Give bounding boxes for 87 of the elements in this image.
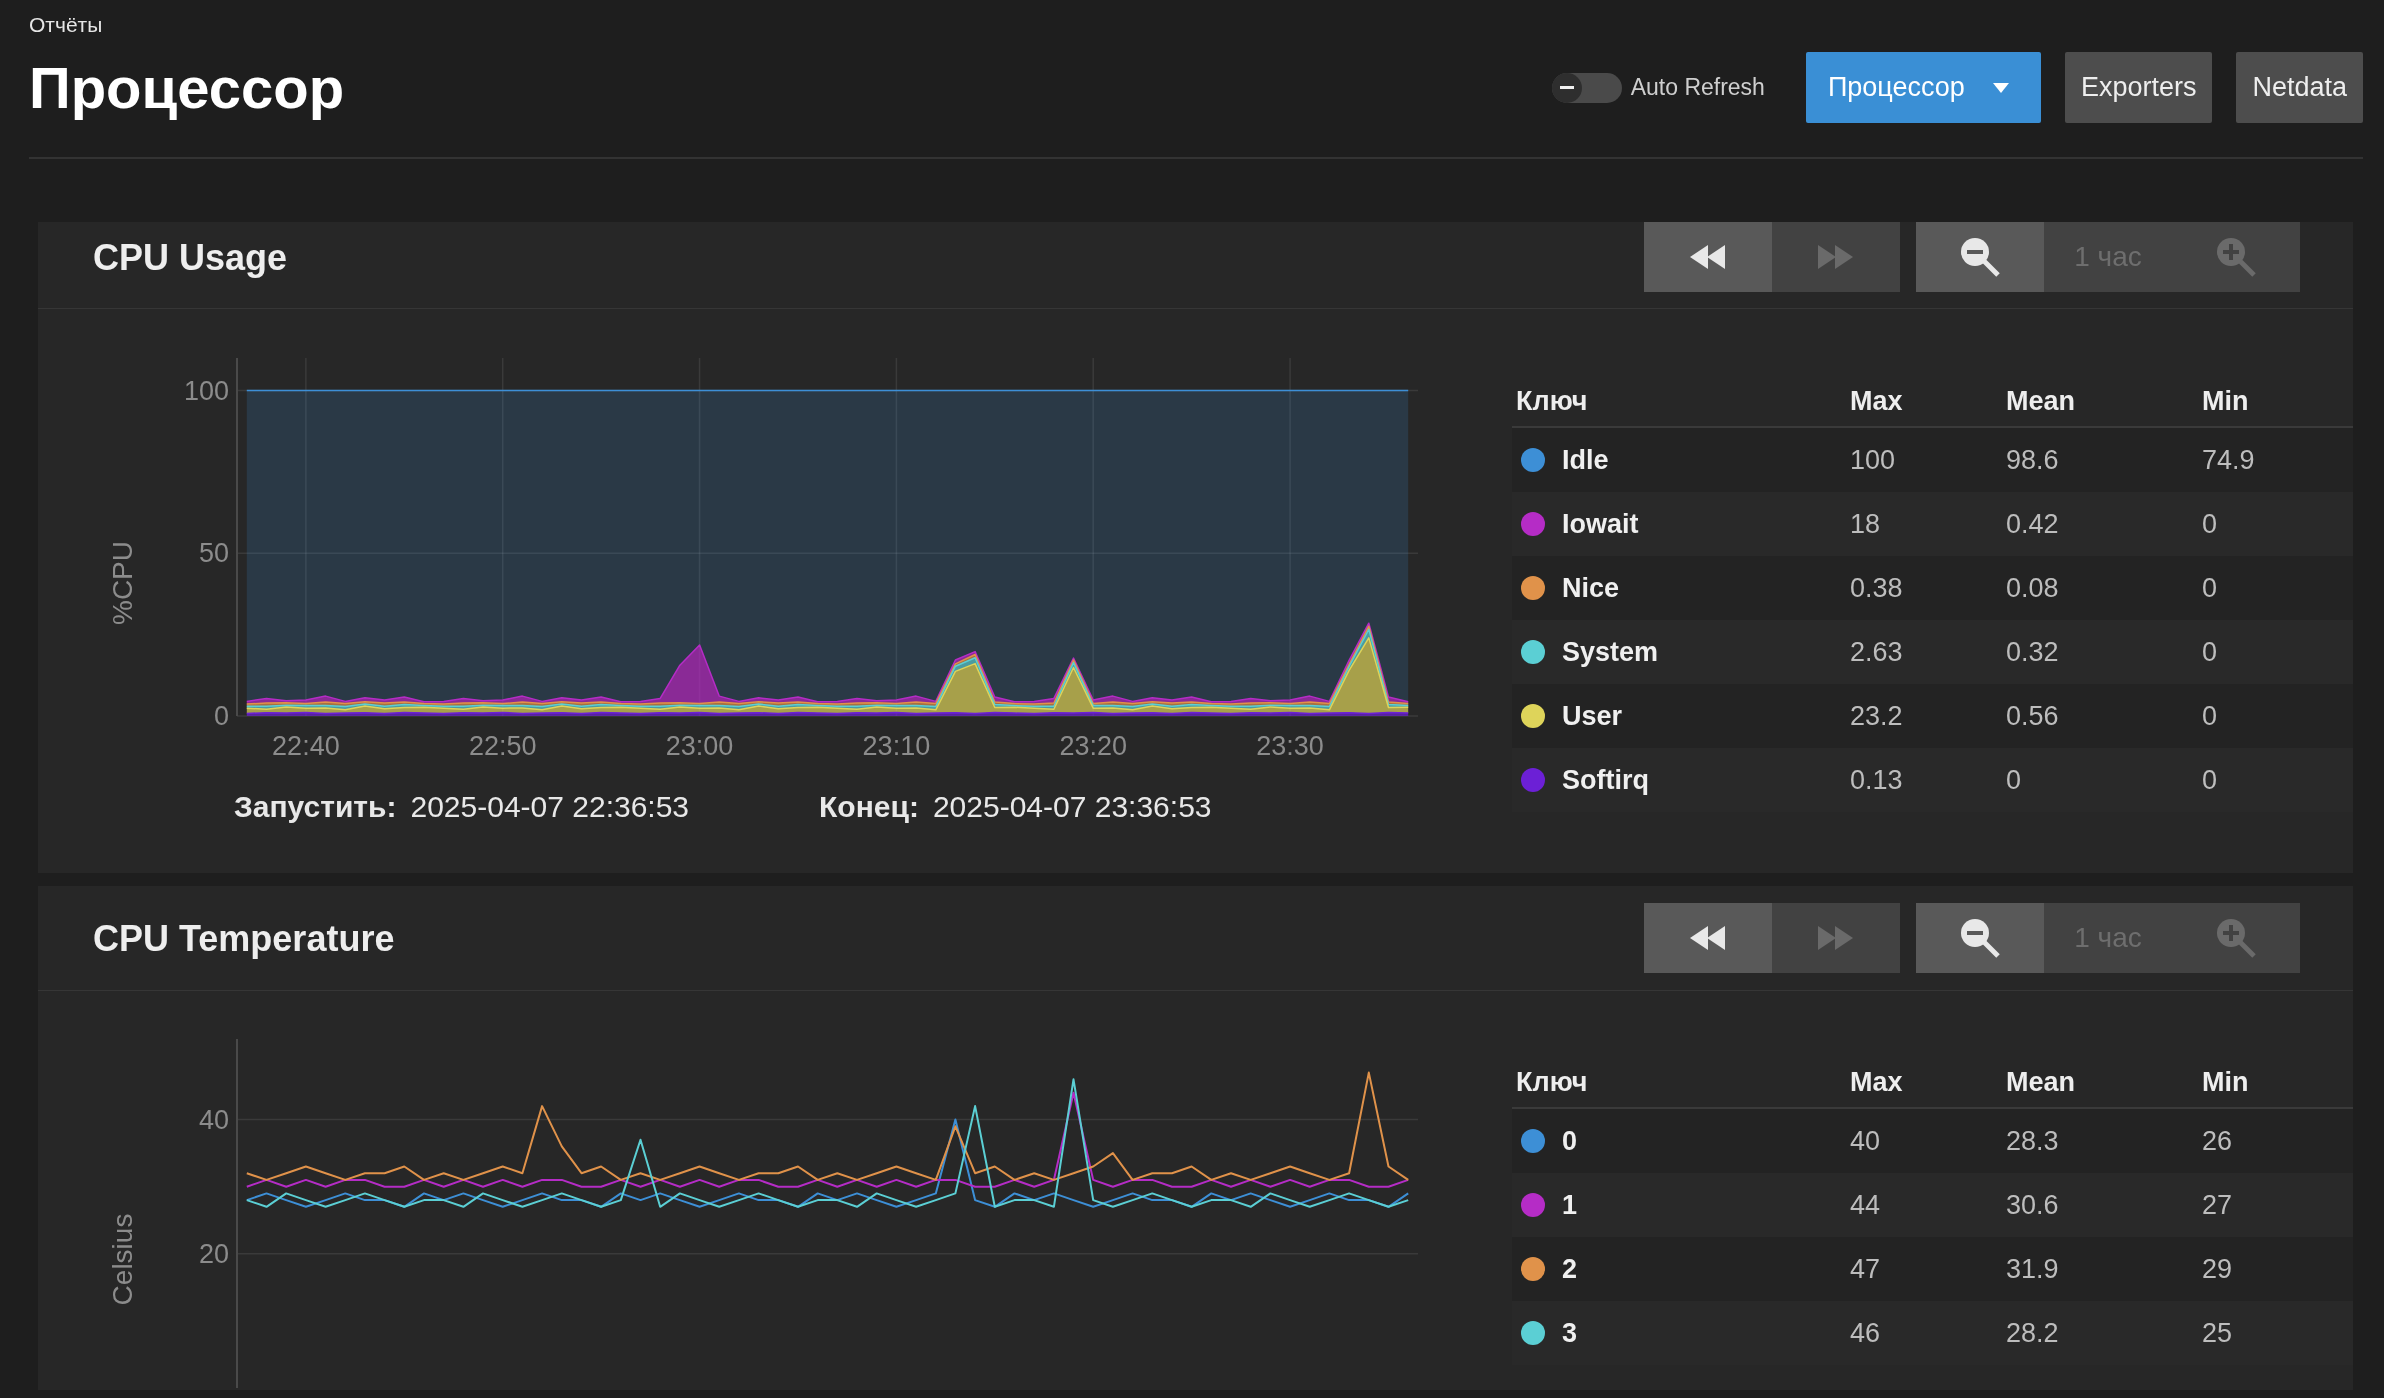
x-tick-label: 22:40 <box>272 731 340 761</box>
table-cell: 0 <box>2202 508 2218 540</box>
table-cell: 0.13 <box>1850 764 1903 796</box>
panel-title: CPU Usage <box>93 236 288 280</box>
table-cell: 0.56 <box>2006 700 2059 732</box>
column-header: Min <box>2202 1066 2249 1098</box>
table-cell: 44 <box>1850 1189 1881 1221</box>
column-header: Ключ <box>1516 385 1588 417</box>
table-cell: 27 <box>2202 1189 2233 1221</box>
table-cell: 47 <box>1850 1253 1881 1285</box>
x-tick-label: 23:10 <box>862 731 931 761</box>
series-name: 0 <box>1562 1125 1578 1157</box>
table-cell: 0.38 <box>1850 572 1903 604</box>
rewind-icon <box>1690 926 1726 950</box>
x-tick-label: 23:20 <box>1059 731 1127 761</box>
header-button[interactable]: Netdata <box>2236 52 2363 123</box>
column-header: Max <box>1850 1066 1903 1098</box>
column-header: Mean <box>2006 385 2076 417</box>
y-axis-title: %CPU <box>107 541 138 625</box>
column-header: Ключ <box>1516 1066 1588 1098</box>
y-tick-label: 40 <box>198 1104 229 1135</box>
toggle-knob <box>1551 72 1582 103</box>
table-cell: 0.32 <box>2006 636 2059 668</box>
panel-title: CPU Temperature <box>93 917 395 961</box>
rewind-button[interactable] <box>1644 903 1772 973</box>
table-cell: 28.3 <box>2006 1125 2059 1157</box>
table-cell: 74.9 <box>2202 444 2255 476</box>
table-cell: 0.08 <box>2006 572 2059 604</box>
rewind-icon <box>1690 245 1726 269</box>
table-cell: 0 <box>2202 700 2218 732</box>
series-name: System <box>1562 636 1659 668</box>
table-cell: 0 <box>2202 764 2218 796</box>
table-cell: 0 <box>2202 572 2218 604</box>
y-tick-label: 0 <box>213 701 229 731</box>
table-cell: 30.6 <box>2006 1189 2059 1221</box>
zoom-out-icon <box>1960 918 2000 958</box>
table-cell: 0.42 <box>2006 508 2059 540</box>
time-value: 2025-04-07 23:36:53 <box>932 790 1212 824</box>
fast-forward-icon <box>1818 245 1854 269</box>
table-cell: 0 <box>2006 764 2022 796</box>
zoom-in-icon <box>2216 237 2256 277</box>
table-cell: 26 <box>2202 1125 2233 1157</box>
table-cell: 0 <box>2202 636 2218 668</box>
fast-forward-icon <box>1818 926 1854 950</box>
column-header: Max <box>1850 385 1903 417</box>
zoom-out-icon <box>1960 237 2000 277</box>
table-cell: 25 <box>2202 1317 2233 1349</box>
zoom-out-button[interactable] <box>1916 222 2044 292</box>
breadcrumb-link[interactable]: Отчёты <box>29 0 103 38</box>
y-tick-label: 50 <box>198 538 229 569</box>
y-tick-label: 100 <box>183 375 229 406</box>
time-label: Конец: <box>819 790 919 824</box>
zoom-in-icon <box>2216 918 2256 958</box>
caret-icon <box>1992 82 2009 93</box>
auto-refresh-toggle[interactable] <box>1551 72 1622 103</box>
table-cell: 98.6 <box>2006 444 2059 476</box>
table-cell: 29 <box>2202 1253 2233 1285</box>
x-tick-label: 23:30 <box>1256 731 1324 761</box>
series-name: User <box>1562 700 1623 732</box>
series-name: Iowait <box>1562 508 1639 540</box>
y-axis-title: Celsius <box>107 1213 138 1306</box>
table-cell: 18 <box>1850 508 1881 540</box>
header-button[interactable]: Exporters <box>2064 52 2213 123</box>
toggle-label: Auto Refresh <box>1630 74 1765 101</box>
table-cell: 2.63 <box>1850 636 1903 668</box>
time-label: Запустить: <box>234 790 397 824</box>
table-cell: 31.9 <box>2006 1253 2059 1285</box>
x-tick-label: 23:00 <box>665 731 734 761</box>
table-cell: 23.2 <box>1850 700 1903 732</box>
table-cell: 46 <box>1850 1317 1881 1349</box>
zoom-out-button[interactable] <box>1916 903 2044 973</box>
y-tick-label: 20 <box>198 1238 229 1269</box>
column-header: Min <box>2202 385 2249 417</box>
series-name: Softirq <box>1562 764 1649 796</box>
series-name: 2 <box>1562 1253 1578 1285</box>
table-cell: 40 <box>1850 1125 1881 1157</box>
time-value: 2025-04-07 22:36:53 <box>410 790 690 824</box>
rewind-button[interactable] <box>1644 222 1772 292</box>
series-name: Nice <box>1562 572 1620 604</box>
table-cell: 100 <box>1850 444 1896 476</box>
column-header: Mean <box>2006 1066 2076 1098</box>
x-tick-label: 22:50 <box>468 731 537 761</box>
page-title: Процессор <box>29 54 345 122</box>
table-cell: 28.2 <box>2006 1317 2059 1349</box>
series-name: Idle <box>1562 444 1609 476</box>
series-name: 1 <box>1562 1189 1578 1221</box>
series-name: 3 <box>1562 1317 1578 1349</box>
